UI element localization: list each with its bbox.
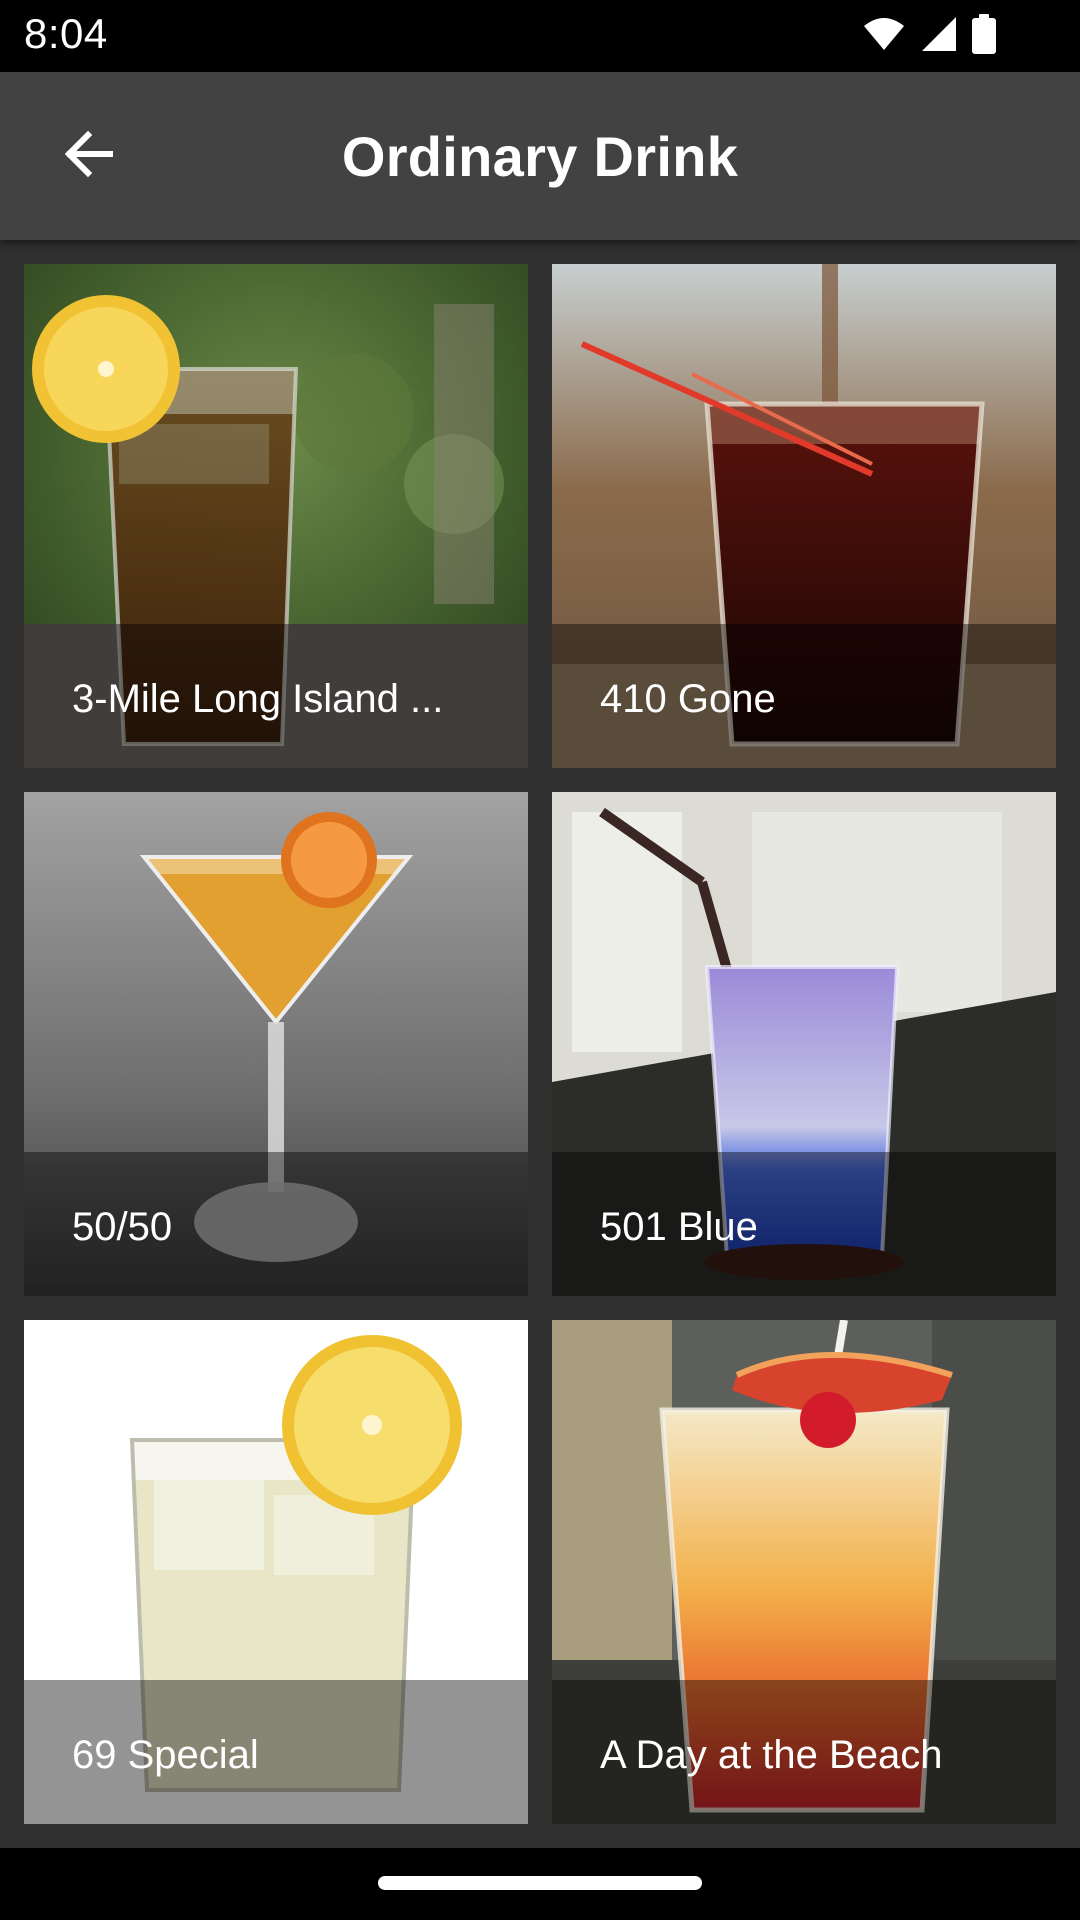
status-bar: 8:04 — [0, 0, 1080, 72]
drink-name: 3-Mile Long Island ... — [72, 677, 444, 721]
status-icons — [862, 13, 996, 59]
page-title: Ordinary Drink — [341, 125, 739, 188]
drink-card[interactable]: A Day at the Beach — [552, 1320, 1056, 1824]
drink-card[interactable]: 3-Mile Long Island ... — [24, 264, 528, 768]
drink-name: A Day at the Beach — [600, 1733, 943, 1777]
drink-name: 50/50 — [72, 1205, 173, 1249]
status-time: 8:04 — [24, 10, 108, 57]
wifi-icon — [862, 16, 906, 57]
drink-name: 501 Blue — [600, 1205, 758, 1249]
navigation-bar — [0, 1848, 1080, 1920]
drink-grid: 3-Mile Long Island ... 410 Gone 50/50 50… — [24, 264, 1056, 1824]
card-caption: A Day at the Beach — [552, 1680, 1056, 1824]
card-caption: 501 Blue — [552, 1152, 1056, 1296]
drink-name: 410 Gone — [600, 677, 776, 721]
home-gesture-handle[interactable] — [378, 1876, 702, 1890]
drink-card[interactable]: 410 Gone — [552, 264, 1056, 768]
drink-card[interactable]: 69 Special — [24, 1320, 528, 1824]
card-caption: 50/50 — [24, 1152, 528, 1296]
battery-icon — [972, 13, 996, 59]
card-caption: 69 Special — [24, 1680, 528, 1824]
drink-card[interactable]: 501 Blue — [552, 792, 1056, 1296]
drink-name: 69 Special — [72, 1733, 259, 1777]
signal-icon — [920, 15, 958, 58]
app-bar: Ordinary Drink — [0, 72, 1080, 240]
card-caption: 3-Mile Long Island ... — [24, 624, 528, 768]
card-caption: 410 Gone — [552, 624, 1056, 768]
drink-card[interactable]: 50/50 — [24, 792, 528, 1296]
